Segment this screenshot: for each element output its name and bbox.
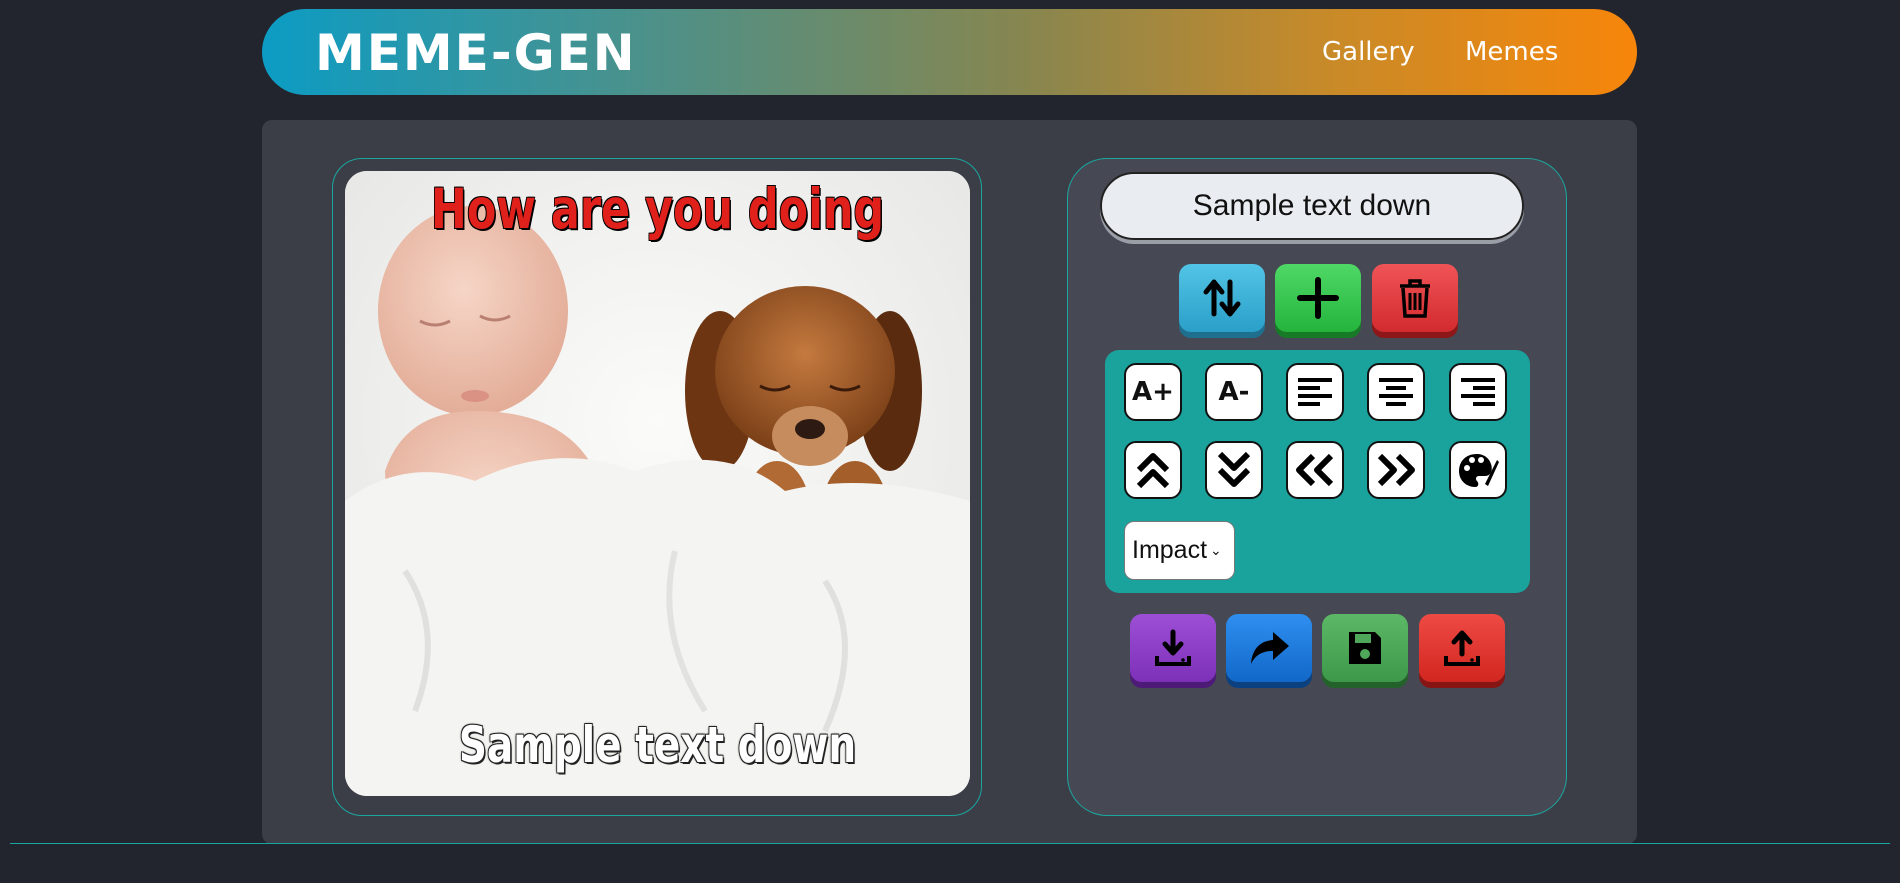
chevron-down-icon: ⌄: [1210, 542, 1222, 558]
move-down-icon: [1217, 451, 1251, 487]
move-up-icon: [1136, 453, 1170, 489]
font-family-select[interactable]: Impact ⌄: [1124, 521, 1235, 580]
footer-divider: [10, 843, 1890, 844]
trash-icon: [1400, 279, 1430, 318]
share-button[interactable]: [1226, 614, 1312, 682]
palette-icon: [1459, 454, 1499, 487]
share-icon: [1251, 632, 1289, 664]
align-left-button[interactable]: [1286, 363, 1344, 421]
upload-icon: [1444, 630, 1480, 666]
save-icon: [1349, 632, 1381, 664]
download-icon: [1155, 629, 1191, 666]
move-right-button[interactable]: [1367, 441, 1425, 499]
align-left-icon: [1298, 378, 1332, 406]
logo[interactable]: MEME-GEN: [315, 24, 637, 82]
meme-text-input[interactable]: [1100, 172, 1524, 240]
decrease-font-icon: A-: [1218, 377, 1250, 407]
download-button[interactable]: [1130, 614, 1216, 682]
header-bar: MEME-GEN Gallery Memes: [262, 9, 1637, 95]
nav-gallery-link[interactable]: Gallery: [1322, 37, 1415, 67]
plus-icon: [1297, 277, 1339, 319]
move-left-button[interactable]: [1286, 441, 1344, 499]
swap-lines-icon: [1203, 279, 1241, 317]
meme-top-text[interactable]: How are you doing: [414, 177, 902, 241]
align-center-icon: [1379, 378, 1413, 406]
meme-image: [345, 171, 970, 796]
increase-font-icon: A+: [1132, 377, 1174, 407]
move-up-button[interactable]: [1124, 441, 1182, 499]
upload-button[interactable]: [1419, 614, 1505, 682]
font-select-value: Impact: [1132, 536, 1208, 564]
delete-line-button[interactable]: [1372, 264, 1458, 332]
switch-line-button[interactable]: [1179, 264, 1265, 332]
increase-font-button[interactable]: A+: [1124, 363, 1182, 421]
add-line-button[interactable]: [1275, 264, 1361, 332]
save-button[interactable]: [1322, 614, 1408, 682]
move-down-button[interactable]: [1205, 441, 1263, 499]
align-right-button[interactable]: [1449, 363, 1507, 421]
move-left-icon: [1296, 453, 1334, 487]
align-right-icon: [1461, 378, 1495, 406]
move-right-icon: [1377, 453, 1415, 487]
align-center-button[interactable]: [1367, 363, 1425, 421]
nav-memes-link[interactable]: Memes: [1465, 37, 1558, 67]
meme-canvas[interactable]: How are you doing Sample text down: [345, 171, 970, 796]
meme-bottom-text[interactable]: Sample text down: [414, 716, 902, 774]
decrease-font-button[interactable]: A-: [1205, 363, 1263, 421]
color-picker-button[interactable]: [1449, 441, 1507, 499]
